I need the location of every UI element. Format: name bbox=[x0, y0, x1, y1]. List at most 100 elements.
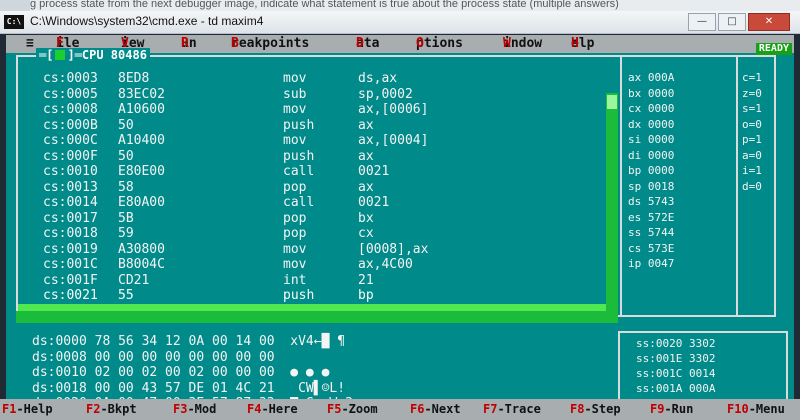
fkey-f8[interactable]: F8-Step bbox=[570, 399, 621, 420]
disasm-bytes: 50 bbox=[118, 148, 134, 164]
register-value[interactable]: ds 5743 bbox=[628, 195, 674, 208]
turbo-debugger-screen: ≡ File View Run Breakpoints Data Options… bbox=[6, 35, 794, 420]
register-value[interactable]: ss 5744 bbox=[628, 226, 674, 239]
disasm-operands: ds,ax bbox=[358, 71, 398, 86]
disasm-mnemonic: pop bbox=[283, 226, 307, 241]
cpu-flag[interactable]: s=1 bbox=[742, 102, 762, 115]
registers-pane[interactable]: ax 000A bx 0000 cx 0000 dx 0000 si 0000 di 00… bbox=[628, 61, 738, 311]
fkey-f7[interactable]: F7-Trace bbox=[483, 399, 541, 420]
fkey-key: F10 bbox=[727, 402, 749, 416]
disasm-bytes: 50 bbox=[118, 117, 134, 133]
fkey-key: F3 bbox=[173, 402, 188, 416]
disasm-mnemonic: mov bbox=[283, 257, 307, 272]
fkey-label: -Menu bbox=[748, 402, 785, 416]
disasm-mnemonic: push bbox=[283, 117, 315, 133]
fkey-key: F6 bbox=[410, 402, 425, 416]
window-title: C:\Windows\system32\cmd.exe - td maxim4 bbox=[30, 14, 264, 28]
menu-breakpoints[interactable]: Breakpoints bbox=[231, 35, 309, 53]
register-value[interactable]: bx 0000 bbox=[628, 87, 674, 100]
disasm-mnemonic: mov bbox=[283, 102, 307, 117]
register-value[interactable]: di 0000 bbox=[628, 149, 674, 162]
disasm-mnemonic: pop bbox=[283, 179, 307, 195]
window-titlebar[interactable]: C:\ C:\Windows\system32\cmd.exe - td max… bbox=[0, 11, 800, 34]
fkey-f2[interactable]: F2-Bkpt bbox=[86, 399, 137, 420]
system-menu-icon[interactable]: ≡ bbox=[26, 35, 34, 53]
register-value[interactable]: cx 0000 bbox=[628, 102, 674, 115]
disasm-address: cs:0014 bbox=[43, 195, 98, 210]
close-button[interactable]: ✕ bbox=[748, 13, 790, 31]
scrollbar-thumb[interactable] bbox=[607, 95, 617, 109]
disassembly-list[interactable]: cs:0003 8ED8 mov ds,ax cs:0005 83EC02 sub sp,00… bbox=[18, 57, 618, 315]
disassembly-horizontal-scrollbar[interactable] bbox=[16, 311, 606, 323]
stack-row[interactable]: ss:001E 3302 bbox=[636, 352, 715, 366]
disasm-address: cs:000F bbox=[43, 148, 98, 164]
fkey-f6[interactable]: F6-Next bbox=[410, 399, 461, 420]
memory-dump-row[interactable]: ds:0018 00 00 43 57 DE 01 4C 21 CW▌☺L! bbox=[32, 381, 345, 396]
disasm-mnemonic: mov bbox=[283, 241, 307, 257]
flags-pane[interactable]: c=1 z=0 s=1 o=0 p=1 a=0 i=1 d=0 bbox=[742, 61, 782, 291]
ready-indicator: READY bbox=[755, 43, 792, 55]
disasm-operands: ax bbox=[358, 179, 374, 195]
fkey-f5[interactable]: F5-Zoom bbox=[327, 399, 378, 420]
fkey-label: -Here bbox=[261, 402, 298, 416]
cpu-flag[interactable]: o=0 bbox=[742, 118, 762, 131]
register-value[interactable]: dx 0000 bbox=[628, 118, 674, 131]
menu-window-hotkey: W bbox=[503, 36, 511, 51]
cpu-flag[interactable]: a=0 bbox=[742, 149, 762, 162]
disasm-address: cs:0003 bbox=[43, 71, 98, 86]
fkey-f3[interactable]: F3-Mod bbox=[173, 399, 216, 420]
register-value[interactable]: ax 000A bbox=[628, 71, 674, 84]
disasm-bytes: 83EC02 bbox=[118, 86, 165, 102]
disasm-mnemonic: pop bbox=[283, 210, 307, 226]
fkey-f10[interactable]: F10-Menu bbox=[727, 399, 785, 420]
disasm-address: cs:000B bbox=[43, 117, 98, 133]
fkey-f9[interactable]: F9-Run bbox=[650, 399, 693, 420]
stack-row[interactable]: ss:0020 3302 bbox=[636, 337, 715, 351]
menu-data[interactable]: Data bbox=[356, 35, 379, 53]
disasm-address: cs:0008 bbox=[43, 102, 98, 117]
disasm-operands: ax bbox=[358, 117, 374, 133]
cpu-flag[interactable]: c=1 bbox=[742, 71, 762, 84]
disasm-operands: ax,4C00 bbox=[358, 257, 413, 272]
menu-options[interactable]: Options bbox=[416, 35, 463, 53]
maximize-button[interactable]: □ bbox=[718, 13, 746, 31]
disasm-address: cs:001F bbox=[43, 272, 98, 288]
register-value[interactable]: cs 573E bbox=[628, 242, 674, 255]
stack-row[interactable]: ss:001A 000A bbox=[636, 382, 715, 396]
menu-run[interactable]: Run bbox=[181, 35, 197, 53]
register-value[interactable]: si 0000 bbox=[628, 133, 674, 146]
disasm-bytes: A30800 bbox=[118, 241, 165, 257]
disasm-address: cs:0019 bbox=[43, 241, 98, 257]
stack-row[interactable]: ss:001C 0014 bbox=[636, 367, 715, 381]
register-value[interactable]: es 572E bbox=[628, 211, 674, 224]
disasm-operands: 0021 bbox=[358, 195, 390, 210]
memory-dump-row[interactable]: ds:0010 02 00 02 00 02 00 00 00 ● ● ● bbox=[32, 366, 329, 380]
disasm-bytes: A10600 bbox=[118, 102, 165, 117]
cpu-flag[interactable]: z=0 bbox=[742, 87, 762, 100]
disasm-operands: cx bbox=[358, 226, 374, 241]
cpu-flag[interactable]: d=0 bbox=[742, 180, 762, 193]
register-value[interactable]: bp 0000 bbox=[628, 164, 674, 177]
menu-window[interactable]: Window bbox=[503, 35, 542, 53]
disasm-bytes: A10400 bbox=[118, 133, 165, 148]
fkey-key: F7 bbox=[483, 402, 498, 416]
disasm-mnemonic: int bbox=[283, 272, 307, 288]
minimize-button[interactable]: — bbox=[688, 13, 716, 31]
disasm-address: cs:0005 bbox=[43, 86, 98, 102]
fkey-label: -Next bbox=[424, 402, 461, 416]
fkey-key: F1 bbox=[2, 402, 17, 416]
fkey-key: F9 bbox=[650, 402, 665, 416]
memory-dump-row[interactable]: ds:0000 78 56 34 12 0A 00 14 00 xV4←█ ¶ bbox=[32, 335, 345, 349]
register-value[interactable]: ip 0047 bbox=[628, 257, 674, 270]
fkey-f1[interactable]: F1-Help bbox=[2, 399, 53, 420]
cpu-flag[interactable]: i=1 bbox=[742, 164, 762, 177]
cpu-flag[interactable]: p=1 bbox=[742, 133, 762, 146]
disasm-operands: 0021 bbox=[358, 164, 390, 179]
fkey-f4[interactable]: F4-Here bbox=[247, 399, 298, 420]
disasm-bytes: 55 bbox=[118, 288, 134, 303]
register-value[interactable]: sp 0018 bbox=[628, 180, 674, 193]
memory-dump-row[interactable]: ds:0008 00 00 00 00 00 00 00 00 bbox=[32, 350, 275, 365]
menu-help[interactable]: Help bbox=[571, 35, 594, 53]
disassembly-vertical-scrollbar[interactable] bbox=[606, 93, 618, 323]
menu-data-hotkey: D bbox=[356, 36, 364, 51]
